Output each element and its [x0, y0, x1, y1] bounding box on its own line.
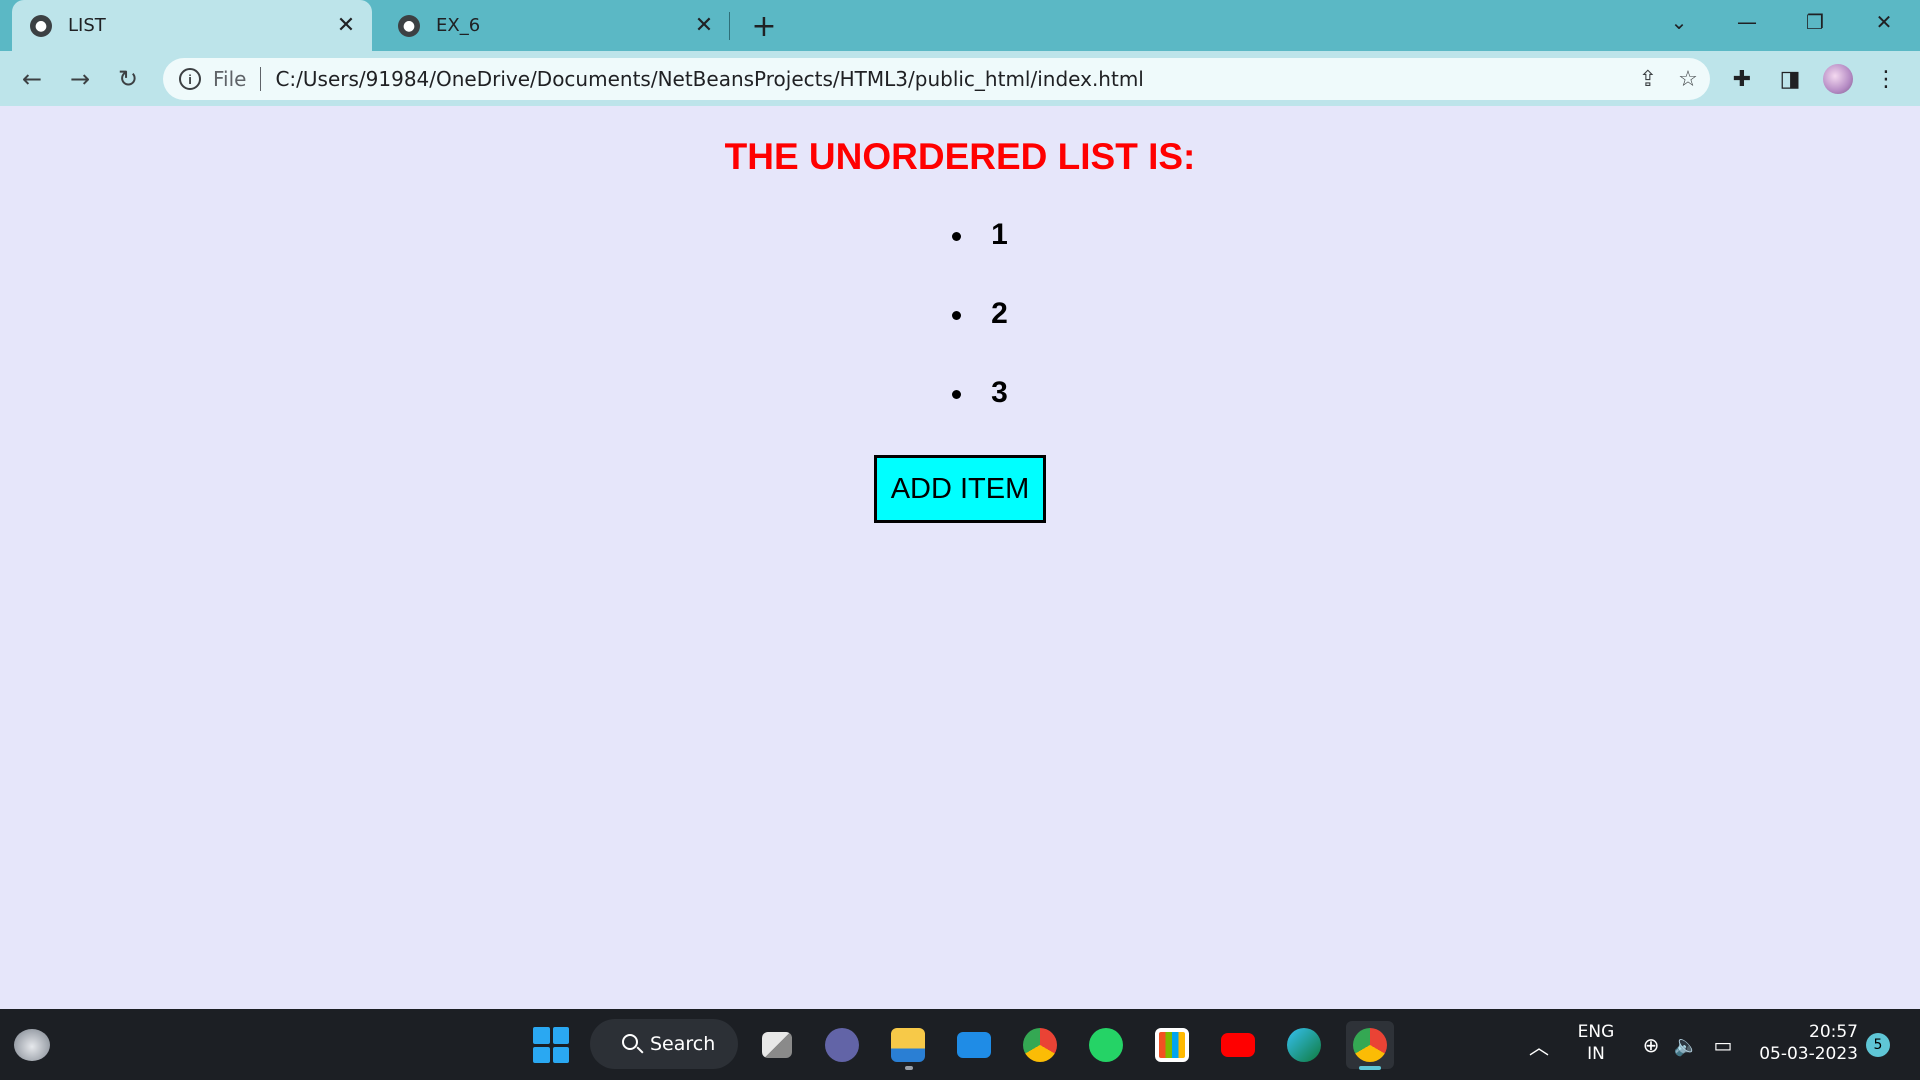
chevron-up-icon[interactable]: ︿	[1526, 1033, 1552, 1059]
weather-icon[interactable]	[14, 1029, 50, 1061]
list-item-text: 2	[991, 297, 1008, 330]
minimize-icon[interactable]: —	[1713, 0, 1781, 44]
tab-separator	[729, 12, 730, 40]
search-icon	[622, 1034, 638, 1050]
active-app-indicator	[1359, 1066, 1381, 1070]
restore-icon[interactable]: ❐	[1781, 0, 1849, 44]
url-text[interactable]: C:/Users/91984/OneDrive/Documents/NetBea…	[275, 67, 1630, 91]
globe-icon: ●	[398, 14, 420, 37]
menu-icon[interactable]: ⋮	[1868, 61, 1904, 97]
edge-icon[interactable]	[1280, 1021, 1328, 1069]
list-item: 2	[0, 297, 1920, 376]
taskbar: Search ︿ ENG IN ⊕ 🔈 ▭ 20:57 05-03-2023 5	[0, 1009, 1920, 1080]
back-icon[interactable]: ←	[14, 61, 50, 97]
tab-strip: ● LIST ✕ ● EX_6 ✕ + ⌄ — ❐ ✕	[0, 0, 1920, 51]
add-item-button[interactable]: ADD ITEM	[874, 455, 1046, 523]
tab-title: EX_6	[436, 15, 481, 36]
taskbar-search[interactable]: Search	[590, 1019, 738, 1069]
reload-icon[interactable]: ↻	[110, 61, 146, 97]
address-bar[interactable]: i File C:/Users/91984/OneDrive/Documents…	[163, 58, 1710, 100]
side-panel-icon[interactable]: ◨	[1772, 61, 1808, 97]
tab-list[interactable]: ● LIST ✕	[12, 0, 372, 51]
youtube-icon[interactable]	[1214, 1021, 1262, 1069]
close-icon[interactable]: ✕	[1850, 0, 1918, 44]
plus-icon[interactable]: +	[748, 9, 780, 44]
mail-icon[interactable]	[950, 1021, 998, 1069]
start-button[interactable]	[527, 1021, 575, 1069]
forward-icon[interactable]: →	[62, 61, 98, 97]
bullet-icon	[952, 390, 962, 399]
chrome-active-icon[interactable]	[1346, 1021, 1394, 1069]
language-line2: IN	[1587, 1044, 1605, 1064]
share-icon[interactable]: ⇪	[1630, 61, 1666, 97]
page-title: THE UNORDERED LIST IS:	[724, 136, 1196, 177]
extensions-icon[interactable]: ✚	[1724, 61, 1760, 97]
battery-icon[interactable]: ▭	[1710, 1033, 1736, 1057]
clock-time: 20:57	[1809, 1022, 1858, 1042]
file-explorer-icon[interactable]	[884, 1021, 932, 1069]
search-label: Search	[650, 1033, 716, 1055]
bullet-icon	[952, 311, 962, 320]
chevron-down-icon[interactable]: ⌄	[1645, 0, 1713, 44]
tab-title: LIST	[68, 15, 106, 36]
profile-avatar[interactable]	[1820, 61, 1856, 97]
list-item: 3	[0, 376, 1920, 455]
clock-date: 05-03-2023	[1759, 1044, 1858, 1064]
whatsapp-icon[interactable]	[1082, 1021, 1130, 1069]
omnibox-divider	[260, 67, 262, 91]
info-icon[interactable]: i	[179, 68, 201, 90]
list-item: 1	[0, 218, 1920, 297]
scheme-label: File	[213, 67, 247, 91]
bullet-icon	[952, 232, 962, 241]
task-view-icon[interactable]	[753, 1021, 801, 1069]
unordered-list: 1 2 3	[0, 218, 1920, 455]
clock[interactable]: 20:57 05-03-2023	[1752, 1021, 1858, 1065]
notification-badge[interactable]: 5	[1866, 1033, 1890, 1057]
star-icon[interactable]: ☆	[1670, 61, 1706, 97]
list-item-text: 1	[991, 218, 1008, 251]
tab-close-icon[interactable]: ✕	[332, 12, 360, 40]
globe-icon: ●	[30, 14, 52, 37]
list-item-text: 3	[991, 376, 1008, 409]
volume-icon[interactable]: 🔈	[1673, 1033, 1699, 1057]
language-line1: ENG	[1577, 1022, 1615, 1042]
chrome-icon[interactable]	[1016, 1021, 1064, 1069]
avatar	[1823, 64, 1853, 94]
network-icon[interactable]: ⊕	[1638, 1033, 1664, 1057]
page-content: THE UNORDERED LIST IS: 1 2 3 ADD ITEM	[0, 106, 1920, 1009]
teams-icon[interactable]	[818, 1021, 866, 1069]
tab-ex6[interactable]: ● EX_6 ✕	[380, 0, 730, 51]
tab-close-icon[interactable]: ✕	[690, 12, 718, 40]
open-app-indicator	[905, 1066, 913, 1070]
windows-icon	[533, 1027, 569, 1063]
microsoft-store-icon[interactable]	[1148, 1021, 1196, 1069]
browser-toolbar: ← → ↻ i File C:/Users/91984/OneDrive/Doc…	[0, 51, 1920, 106]
language-indicator[interactable]: ENG IN	[1574, 1021, 1618, 1065]
